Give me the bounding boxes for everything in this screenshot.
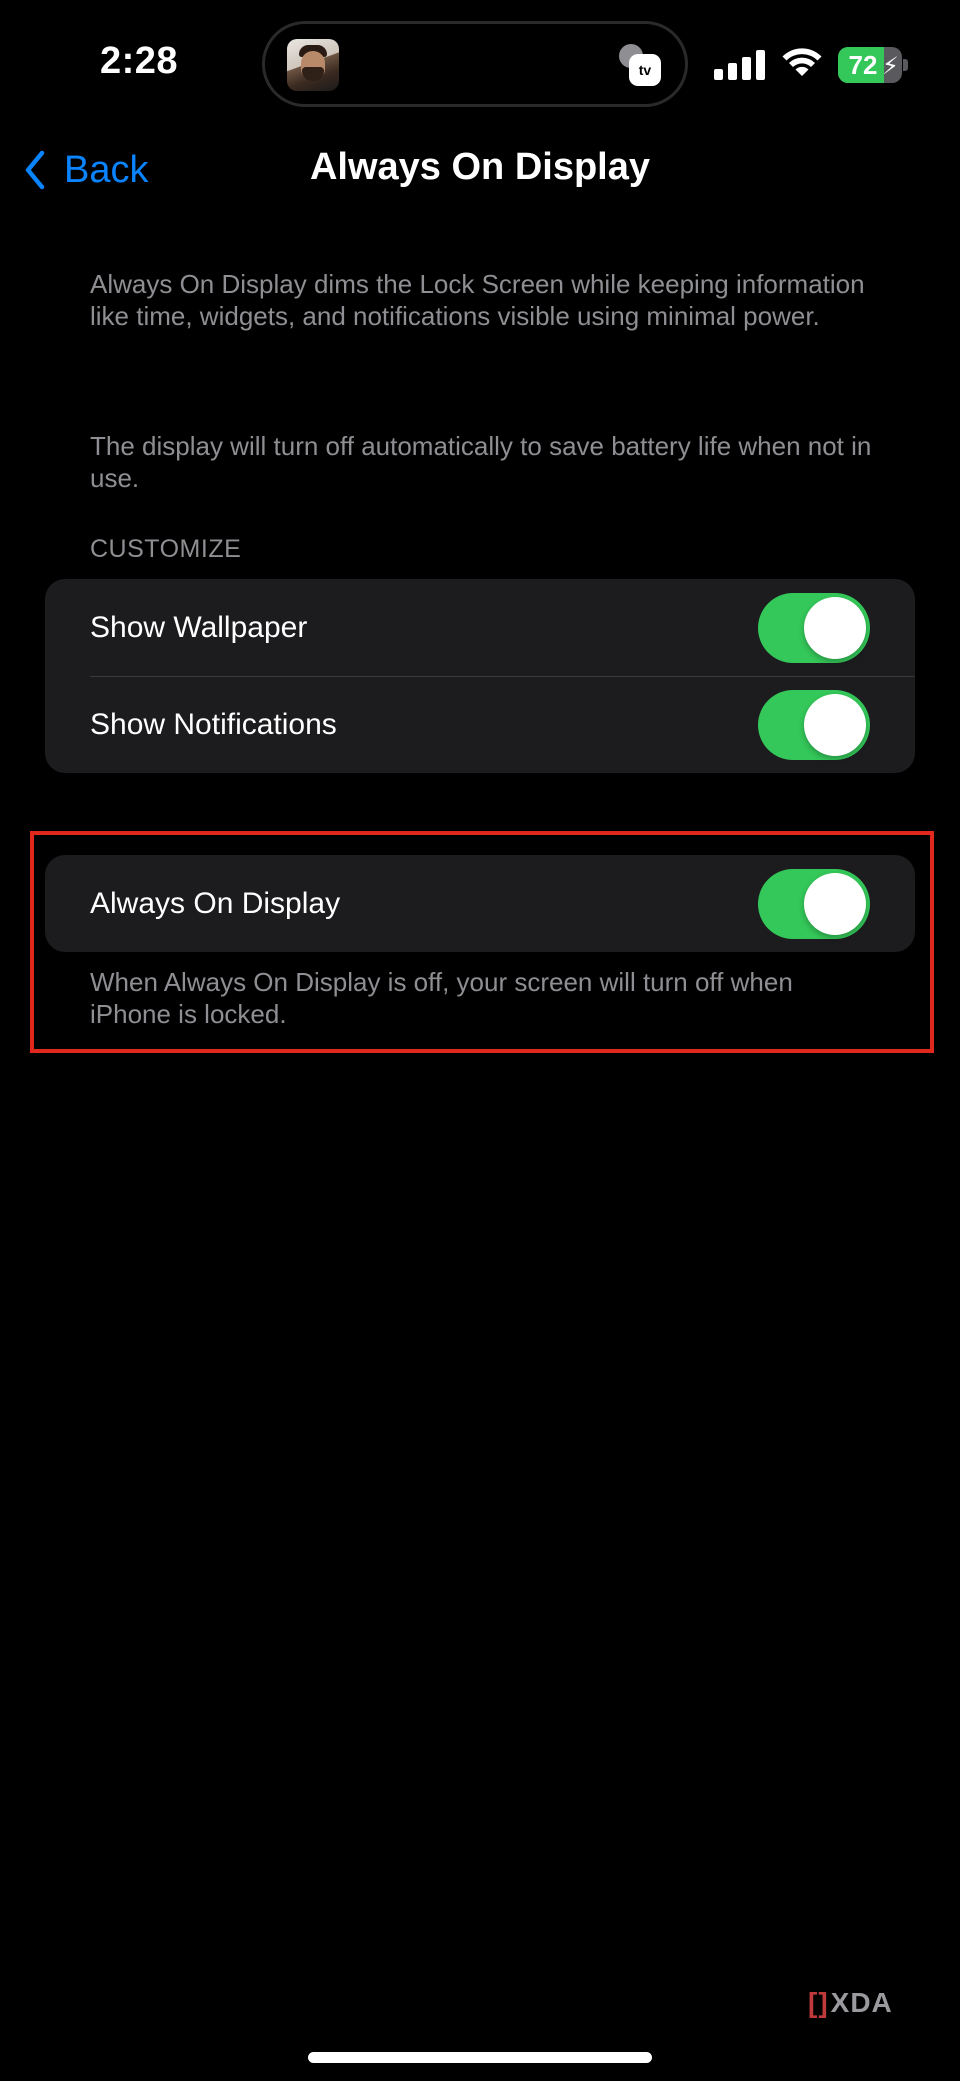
row-show-wallpaper[interactable]: Show Wallpaper bbox=[45, 579, 915, 676]
battery-note: The display will turn off automatically … bbox=[90, 431, 872, 493]
battery-percent: 72 bbox=[848, 50, 878, 80]
show-notifications-toggle[interactable] bbox=[758, 689, 870, 760]
contact-avatar bbox=[287, 39, 339, 91]
section-header-customize: CUSTOMIZE bbox=[90, 535, 242, 563]
battery-indicator: 72 ⚡ bbox=[838, 47, 908, 83]
intro-description: Always On Display dims the Lock Screen w… bbox=[90, 269, 865, 331]
xda-text: XDA bbox=[830, 1987, 893, 2018]
wifi-icon bbox=[780, 44, 824, 80]
row-label: Show Notifications bbox=[90, 707, 337, 741]
apple-tv-label: tv bbox=[638, 62, 652, 78]
charging-bolt-icon: ⚡ bbox=[882, 53, 899, 80]
row-label: Show Wallpaper bbox=[90, 610, 308, 644]
home-indicator[interactable] bbox=[308, 2052, 652, 2063]
customize-group: Show Wallpaper Show Notifications bbox=[45, 579, 915, 773]
apple-tv-icon: tv bbox=[619, 44, 663, 88]
xda-watermark: []XDA bbox=[808, 1987, 893, 2019]
page-title: Always On Display bbox=[309, 146, 650, 188]
highlight-annotation bbox=[30, 831, 934, 1053]
dynamic-island[interactable]: tv bbox=[262, 21, 688, 107]
cellular-signal-icon bbox=[714, 50, 766, 80]
show-wallpaper-toggle[interactable] bbox=[758, 592, 870, 663]
xda-bracket-icon: [] bbox=[808, 1987, 829, 2018]
status-time: 2:28 bbox=[100, 40, 179, 82]
row-show-notifications[interactable]: Show Notifications bbox=[45, 676, 915, 773]
